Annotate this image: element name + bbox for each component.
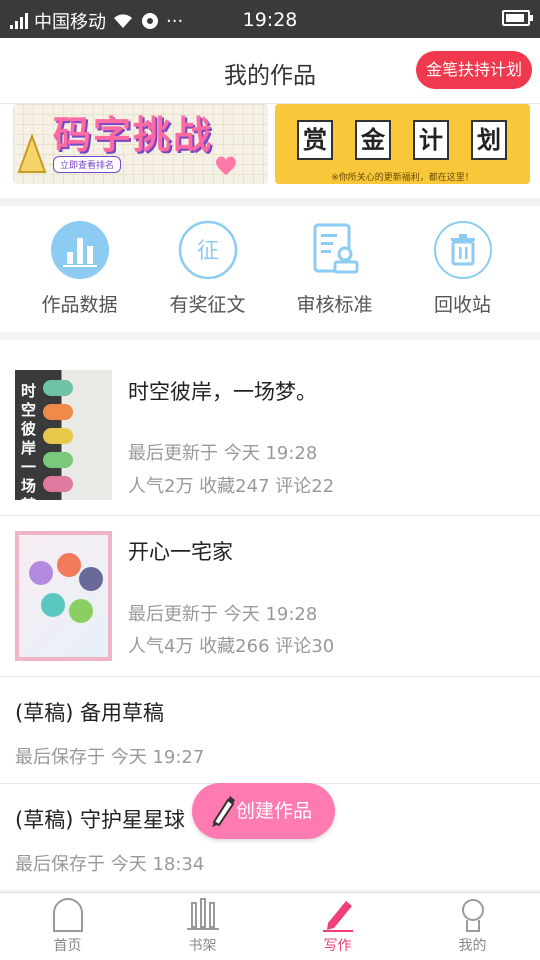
work-cover: 时空彼岸一场梦 — [15, 370, 112, 500]
draft-saved: 最后保存于 今天 18:34 — [15, 854, 205, 875]
status-time: 19:28 — [242, 9, 298, 31]
create-work-button[interactable]: 创建作品 — [192, 783, 335, 839]
bar-chart-icon — [50, 221, 109, 279]
work-cover — [15, 531, 112, 661]
cover-art — [43, 404, 73, 420]
status-bar: 中国移动 ··· 19:28 — [0, 0, 540, 38]
cover-art — [41, 593, 65, 617]
heart-decoration-icon — [216, 156, 236, 175]
pencil-decoration-icon — [17, 134, 47, 173]
quick-item-recycle-bin[interactable]: 回收站 — [395, 220, 530, 317]
trash-icon — [433, 221, 492, 279]
banner-char: 赏 — [297, 120, 333, 160]
work-updated: 最后更新于 今天 19:28 — [128, 443, 318, 464]
work-stats: 人气2万 收藏247 评论22 — [128, 476, 335, 497]
work-updated: 最后更新于 今天 19:28 — [128, 604, 318, 625]
tab-label: 首页 — [53, 938, 82, 954]
bottom-tab-bar: 首页 书架 写作 我的 — [0, 892, 540, 960]
banner-char: 金 — [355, 120, 391, 160]
writing-challenge-banner[interactable]: 码字挑战 立即查看排名 — [13, 104, 268, 184]
reward-plan-banner[interactable]: 赏 金 计 划 ※你所关心的更新福利，都在这里！ — [275, 104, 530, 184]
draft-saved: 最后保存于 今天 19:27 — [15, 747, 205, 768]
quick-menu: 作品数据 征 有奖征文 审核标准 回收站 — [0, 206, 540, 332]
work-item[interactable]: 开心一宅家 最后更新于 今天 19:28 人气4万 收藏266 评论30 — [0, 516, 540, 677]
tab-bookshelf[interactable]: 书架 — [135, 897, 270, 955]
profile-icon — [461, 899, 484, 932]
cover-art — [29, 561, 53, 585]
quick-item-label: 有奖征文 — [169, 294, 246, 316]
tab-write[interactable]: 写作 — [270, 897, 405, 955]
banner-char: 划 — [471, 120, 507, 160]
pencil-icon — [212, 796, 235, 827]
work-title: 时空彼岸，一场梦。 — [128, 380, 317, 404]
cover-art — [43, 452, 73, 468]
cover-title: 时空彼岸一场梦 — [21, 382, 37, 500]
quick-item-review-standards[interactable]: 审核标准 — [267, 220, 402, 317]
battery-icon — [502, 10, 533, 26]
quick-item-contest[interactable]: 征 有奖征文 — [140, 220, 275, 317]
banner-subtitle: ※你所关心的更新福利，都在这里！ — [331, 173, 474, 183]
tab-label: 我的 — [458, 938, 487, 954]
cover-art — [43, 428, 73, 444]
banner-strip: 码字挑战 立即查看排名 赏 金 计 划 ※你所关心的更新福利，都在这里！ — [0, 104, 540, 198]
document-stamp-icon — [313, 223, 358, 274]
quick-item-label: 回收站 — [433, 294, 491, 316]
tab-label: 写作 — [323, 938, 352, 954]
golden-pen-plan-button[interactable]: 金笔扶持计划 — [415, 51, 532, 89]
page-header: 我的作品 金笔扶持计划 — [0, 38, 540, 104]
work-stats: 人气4万 收藏266 评论30 — [128, 636, 335, 657]
banner-chars: 赏 金 计 划 — [297, 120, 507, 160]
svg-text:征: 征 — [196, 239, 218, 264]
create-work-label: 创建作品 — [236, 800, 313, 822]
quick-item-label: 作品数据 — [41, 294, 118, 316]
quick-item-work-data[interactable]: 作品数据 — [12, 220, 147, 317]
zheng-icon: 征 — [178, 220, 237, 280]
cover-art — [57, 553, 81, 577]
banner-title: 码字挑战 — [53, 113, 214, 157]
tab-label: 书架 — [188, 938, 217, 954]
bookshelf-icon — [186, 898, 219, 930]
cover-art — [69, 599, 93, 623]
work-title: 开心一宅家 — [128, 540, 233, 564]
draft-item[interactable]: (草稿) 备用草稿 最后保存于 今天 19:27 — [0, 677, 540, 784]
tab-profile[interactable]: 我的 — [405, 897, 540, 955]
cover-art — [43, 476, 73, 492]
work-item[interactable]: 时空彼岸一场梦 时空彼岸，一场梦。 最后更新于 今天 19:28 人气2万 收藏… — [0, 340, 540, 516]
banner-char: 计 — [413, 120, 449, 160]
banner-subtitle: 立即查看排名 — [53, 156, 122, 173]
home-icon — [52, 898, 83, 932]
draft-title: (草稿) 守护星星球 — [15, 808, 186, 832]
pen-icon — [322, 901, 353, 932]
draft-title: (草稿) 备用草稿 — [15, 701, 165, 725]
tab-home[interactable]: 首页 — [0, 897, 135, 955]
cover-art — [79, 567, 103, 591]
quick-item-label: 审核标准 — [296, 294, 373, 316]
cover-art — [43, 380, 73, 396]
